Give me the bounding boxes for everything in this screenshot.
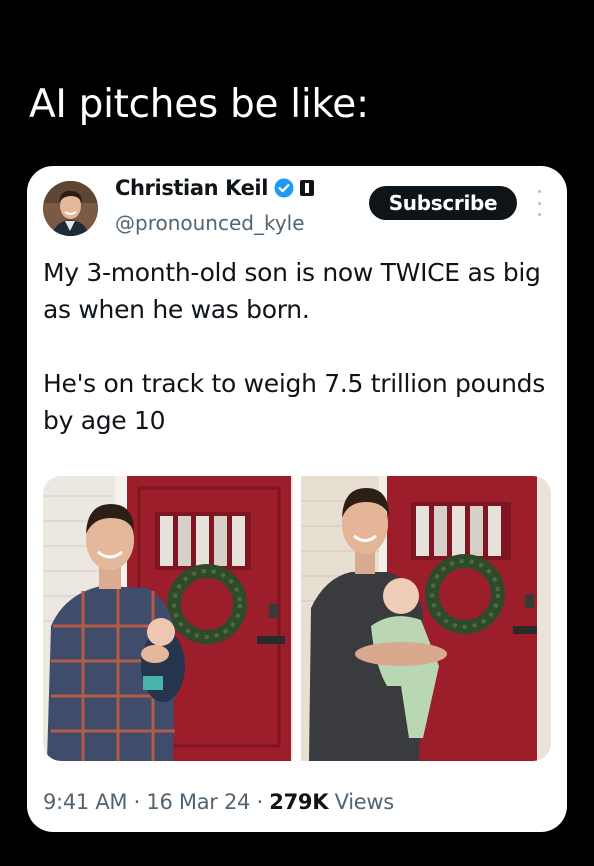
- views-count[interactable]: 279K: [269, 790, 328, 814]
- author-handle[interactable]: @pronounced_kyle: [115, 211, 305, 235]
- verified-badge-icon: [274, 178, 294, 198]
- author-name[interactable]: Christian Keil: [115, 176, 268, 200]
- affiliation-badge-icon[interactable]: [300, 180, 315, 196]
- meta-separator: ·: [133, 790, 141, 814]
- avatar[interactable]: [43, 181, 98, 236]
- meme-caption: AI pitches be like:: [29, 82, 369, 127]
- photo-right[interactable]: [300, 476, 551, 761]
- subscribe-button[interactable]: Subscribe: [369, 186, 517, 220]
- tweet-card[interactable]: Christian Keil @pronounced_kyle Subscrib…: [27, 166, 567, 832]
- tweet-media: [43, 476, 551, 761]
- photo-left[interactable]: [43, 476, 294, 761]
- tweet-meta: 9:41 AM · 16 Mar 24 · 279K Views: [43, 790, 394, 814]
- author-row: Christian Keil: [115, 176, 315, 200]
- meta-separator: ·: [256, 790, 264, 814]
- tweet-text: My 3-month-old son is now TWICE as big a…: [43, 258, 545, 435]
- more-options-icon[interactable]: [532, 190, 546, 216]
- tweet-date[interactable]: 16 Mar 24: [146, 790, 250, 814]
- views-label: Views: [334, 790, 395, 814]
- tweet-time[interactable]: 9:41 AM: [43, 790, 128, 814]
